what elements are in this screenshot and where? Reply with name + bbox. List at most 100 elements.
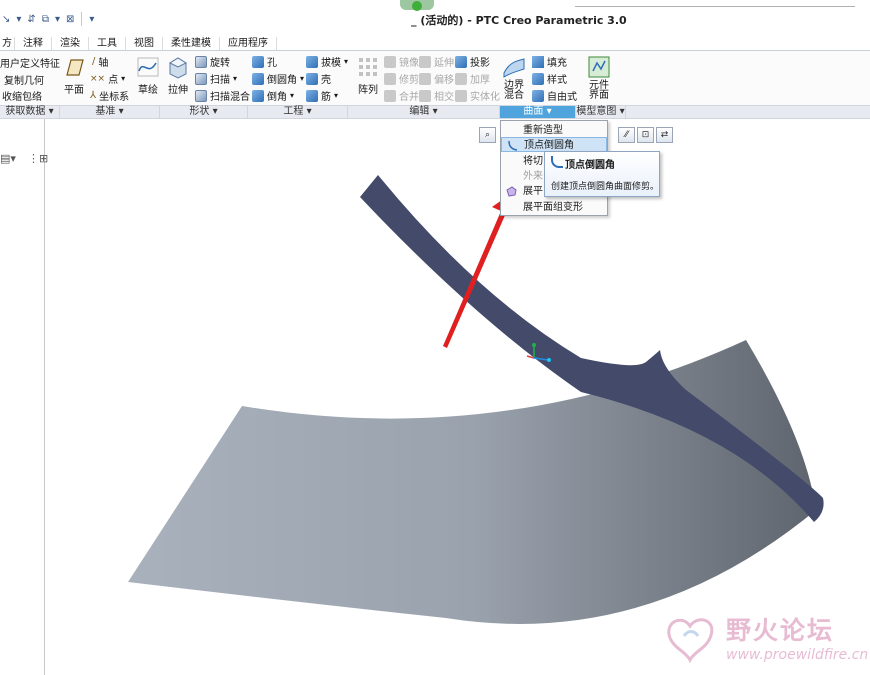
close-window-icon[interactable]: ⊠ [64, 11, 76, 27]
sweep-label: 扫描 [210, 75, 230, 86]
show-menu-icon[interactable]: ▤▾ [0, 152, 16, 165]
group-model-intent[interactable]: 模型意图 ▾ [576, 106, 626, 118]
chamfer-icon [252, 89, 264, 102]
swept-blend-button[interactable]: 扫描混合 [195, 88, 250, 103]
datum-plane-button[interactable]: 平面 [62, 55, 86, 96]
tab-render[interactable]: 渲染 [52, 37, 89, 50]
shell-button[interactable]: 壳 [306, 71, 331, 86]
hole-button[interactable]: 孔 [252, 54, 277, 69]
user-defined-feature-label: 用户定义特征 [0, 59, 60, 70]
fill-button[interactable]: 填充 [532, 54, 567, 69]
shrinkwrap-button[interactable]: 收缩包络 [2, 88, 42, 103]
project-button[interactable]: 投影 [455, 54, 490, 69]
tab-annotate[interactable]: 注释 [15, 37, 52, 50]
shell-icon [306, 72, 318, 85]
chamfer-button[interactable]: 倒角 ▾ [252, 88, 294, 103]
boundary-blend-button[interactable]: 边界混合 [502, 55, 526, 101]
windows-icon[interactable]: ⧉ [40, 11, 51, 27]
graphics-area[interactable] [46, 120, 870, 675]
ribbon-tabs: 方 注释 渲染 工具 视图 柔性建模 应用程序 [0, 37, 870, 51]
group-datum[interactable]: 基准 ▾ [60, 106, 160, 118]
datum-csys-button[interactable]: ⅄ 坐标系 [90, 88, 129, 103]
revolve-button[interactable]: 旋转 [195, 54, 230, 69]
rib-label: 筋 [321, 92, 331, 103]
freestyle-button[interactable]: 自由式 [532, 88, 577, 103]
title-bar: ↘ ▾ ⇵ ⧉ ▾ ⊠ ▾ _ (活动的) - PTC Creo Paramet… [0, 0, 870, 37]
rib-button[interactable]: 筋 ▾ [306, 88, 338, 103]
pattern-button[interactable]: 阵列 [356, 55, 380, 96]
menu-item-vertex-round[interactable]: 顶点倒圆角 [501, 137, 607, 152]
copy-geometry-button[interactable]: 复制几何 [4, 72, 44, 87]
thicken-button[interactable]: 加厚 [455, 71, 490, 86]
point-icon: ×× [90, 73, 106, 84]
redo-icon[interactable]: ↘ [0, 11, 12, 27]
user-defined-feature-button[interactable]: 用户定义特征 [0, 55, 60, 70]
status-dot-icon [412, 1, 422, 11]
draft-icon [306, 55, 318, 68]
boundary-blend-icon [503, 58, 525, 78]
group-engineering[interactable]: 工程 ▾ [248, 106, 348, 118]
extrude-button[interactable]: 拉伸 [166, 55, 190, 96]
revolve-icon [195, 55, 207, 68]
merge-button[interactable]: 合并 [384, 88, 419, 103]
sweep-button[interactable]: 扫描 ▾ [195, 71, 237, 86]
chevron-down-icon: ▾ [121, 74, 126, 83]
annotation-display-icon[interactable]: ⇄ [656, 127, 673, 143]
offset-button[interactable]: 偏移 [419, 71, 454, 86]
round-button[interactable]: 倒圆角 ▾ [252, 71, 304, 86]
tab-tools[interactable]: 工具 [89, 37, 126, 50]
windows-dropdown-icon[interactable]: ▾ [53, 11, 62, 27]
style-button[interactable]: 样式 [532, 71, 567, 86]
tab-flexible-modeling[interactable]: 柔性建模 [163, 37, 220, 50]
tab-view[interactable]: 视图 [126, 37, 163, 50]
plane-icon [66, 59, 84, 76]
group-get-data[interactable]: 获取数据 ▾ [0, 106, 60, 118]
ribbon: 用户定义特征 复制几何 收缩包络 平面 / 轴 ×× 点 ▾ ⅄ 坐标系 草绘 … [0, 51, 870, 105]
tooltip-vertex-round: 顶点倒圆角 创建顶点倒圆角曲面修剪。 [544, 151, 660, 197]
lower-surface[interactable] [128, 340, 816, 624]
solidify-icon [455, 89, 467, 102]
extend-button[interactable]: 延伸 [419, 54, 454, 69]
component-interface-button[interactable]: 元件界面 [587, 55, 611, 101]
watermark-title: 野火论坛 [726, 616, 835, 645]
round-icon [252, 72, 264, 85]
group-shapes[interactable]: 形状 ▾ [160, 106, 248, 118]
redo-dropdown-icon[interactable]: ▾ [14, 11, 23, 27]
component-interface-icon [588, 56, 610, 78]
trim-button[interactable]: 修剪 [384, 71, 419, 86]
vertex-round-icon [508, 140, 518, 151]
zoom-icon[interactable]: ⌕ [479, 127, 496, 143]
chevron-down-icon: ▾ [233, 74, 238, 83]
datum-point-button[interactable]: ×× 点 ▾ [90, 71, 126, 87]
datum-plane-label: 平面 [64, 85, 84, 96]
boundary-blend-label: 边界混合 [504, 80, 524, 101]
draft-button[interactable]: 拔模 ▾ [306, 54, 348, 69]
intersect-icon [419, 89, 431, 102]
hole-icon [252, 55, 264, 68]
extend-label: 延伸 [434, 58, 454, 69]
datum-display-icon[interactable]: ⁄⁄ [618, 127, 635, 143]
group-editing[interactable]: 编辑 ▾ [348, 106, 500, 118]
axis-icon: / [92, 56, 96, 67]
menu-item-restyle-label: 重新造型 [523, 125, 563, 136]
tab-model[interactable]: 方 [0, 37, 15, 50]
copy-geometry-label: 复制几何 [4, 76, 44, 87]
datum-axis-button[interactable]: / 轴 [92, 54, 108, 69]
mirror-button[interactable]: 镜像 [384, 54, 419, 69]
tab-applications[interactable]: 应用程序 [220, 37, 277, 50]
chamfer-label: 倒角 [267, 92, 287, 103]
menu-item-restyle[interactable]: 重新造型 [501, 123, 607, 138]
sketch-button[interactable]: 草绘 [136, 55, 160, 96]
chevron-down-icon: ▾ [290, 91, 295, 100]
regenerate-icon[interactable]: ⇵ [25, 11, 37, 27]
customize-qat-icon[interactable]: ▾ [87, 11, 96, 27]
sketch-view-icon[interactable]: ⊡ [637, 127, 654, 143]
sketch-icon [137, 57, 159, 77]
chevron-down-icon: ▾ [300, 74, 305, 83]
intersect-button[interactable]: 相交 [419, 88, 454, 103]
menu-item-flatten-quilt-deform[interactable]: 展平面组变形 [501, 200, 607, 215]
group-surfaces[interactable]: 曲面 ▾ [500, 106, 576, 118]
offset-label: 偏移 [434, 75, 454, 86]
solidify-button[interactable]: 实体化 [455, 88, 500, 103]
window-title: _ (活动的) - PTC Creo Parametric 3.0 [411, 14, 627, 27]
